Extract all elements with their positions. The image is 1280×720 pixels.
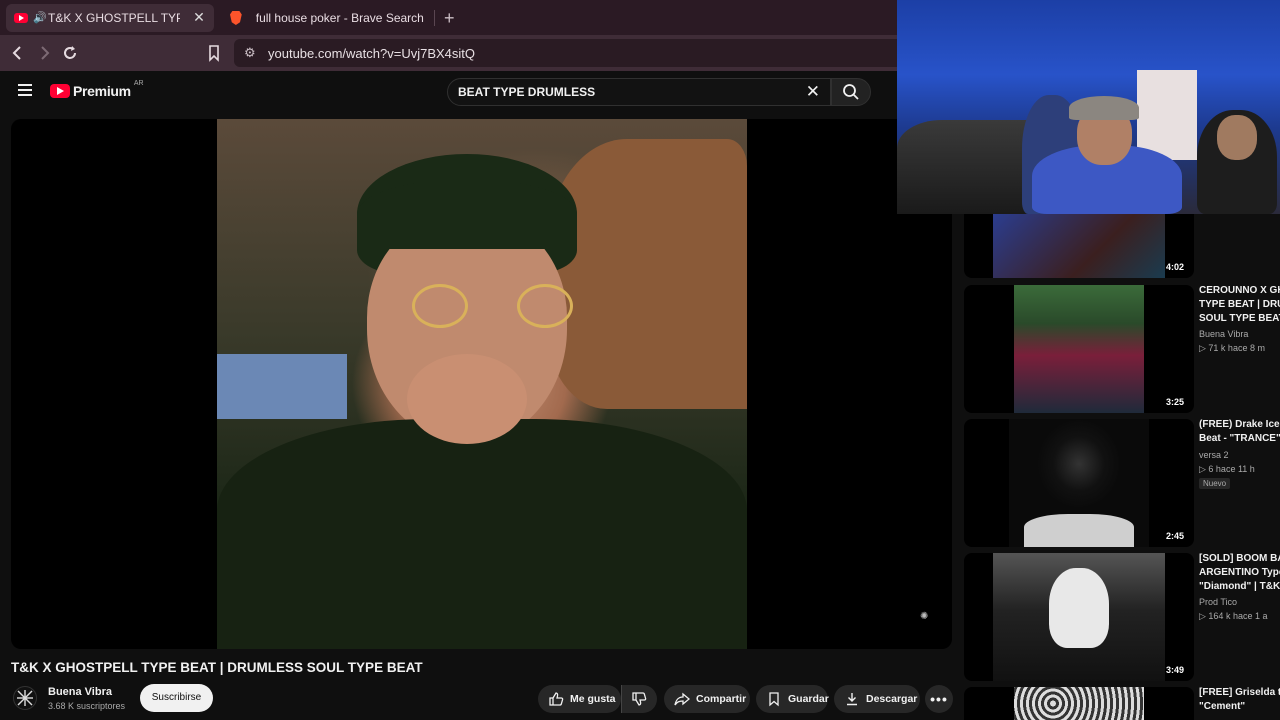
recommendation-thumbnail[interactable] [964, 687, 1194, 720]
recommendation-meta: ▷ 71 k hace 8 m [1199, 343, 1265, 353]
video-duration: 3:25 [1165, 397, 1184, 407]
subscribe-button[interactable]: Suscribirse [140, 684, 213, 712]
recommendation-thumbnail[interactable]: 2:45 [964, 419, 1194, 547]
glasses-right [517, 284, 573, 328]
recommendation-title-line[interactable]: "Cement" [1199, 700, 1280, 714]
logo-text: Premium [73, 83, 131, 99]
fist [407, 354, 527, 444]
recommendation-title-line[interactable]: Beat - "TRANCE" [1199, 432, 1280, 446]
video-frame [217, 119, 747, 649]
more-icon: ••• [930, 691, 948, 707]
video-duration: 4:02 [1165, 262, 1184, 272]
glasses-left [412, 284, 468, 328]
thumbs-up-icon [548, 691, 564, 707]
tab-label: T&K X GHOSTPELL TYPE BEAT [48, 11, 180, 25]
address-bar[interactable]: ⚙ youtube.com/watch?v=Uvj7BX4sitQ [234, 39, 914, 67]
video-duration: 3:49 [1165, 665, 1184, 675]
recommendation-title-line[interactable]: SOUL TYPE BEAT [1199, 312, 1280, 326]
save-label: Guardar [788, 693, 829, 705]
forward-icon[interactable] [34, 43, 54, 63]
search-input[interactable]: BEAT TYPE DRUMLESS ✕ [447, 78, 831, 106]
share-button[interactable]: Compartir [664, 685, 750, 713]
thumbs-down-icon [631, 691, 647, 707]
close-tab-icon[interactable]: ✕ [192, 10, 206, 24]
search-icon [843, 84, 859, 100]
recommendation-title[interactable]: [FREE] Griselda typ [1199, 686, 1280, 700]
dislike-button[interactable] [621, 685, 657, 713]
url-text: youtube.com/watch?v=Uvj7BX4sitQ [268, 46, 476, 61]
youtube-play-icon [50, 84, 70, 98]
recommendation-channel[interactable]: versa 2 [1199, 450, 1229, 460]
webcam-overlay [897, 0, 1280, 214]
video-duration: 2:45 [1165, 531, 1184, 541]
tab-divider [434, 10, 435, 26]
background-seat [217, 354, 347, 419]
reload-icon[interactable] [60, 43, 80, 63]
background-figure [547, 139, 747, 409]
share-label: Compartir [696, 693, 747, 705]
hat-brim [357, 179, 577, 249]
recommendation-meta: ▷ 6 hace 11 h [1199, 464, 1255, 474]
tab-youtube[interactable]: 🔊 T&K X GHOSTPELL TYPE BEAT ✕ [6, 4, 214, 32]
recommendation-channel[interactable]: Prod Tico [1199, 597, 1237, 607]
recommendation-title[interactable]: [SOLD] BOOM BAP [1199, 552, 1280, 566]
brave-favicon-icon [230, 11, 242, 25]
channel-avatar[interactable] [13, 686, 37, 710]
save-button[interactable]: Guardar [756, 685, 829, 713]
video-player[interactable]: ✺ [11, 119, 952, 649]
recommendation-title-line[interactable]: "Diamond" | T&K x [1199, 580, 1280, 594]
recommendation-title-line[interactable]: ARGENTINO Type [1199, 566, 1280, 580]
bookmark-save-icon [766, 691, 782, 707]
recommendation-title-line[interactable]: TYPE BEAT | DRUM [1199, 298, 1280, 312]
download-label: Descargar [866, 693, 918, 705]
new-badge: Nuevo [1199, 478, 1231, 489]
recommendation-meta: ▷ 164 k hace 1 a [1199, 611, 1268, 621]
country-code: AR [133, 79, 144, 87]
thumbnail-image [993, 214, 1165, 278]
tab-brave-search[interactable]: full house poker - Brave Search [222, 4, 432, 32]
new-tab-icon[interactable]: + [444, 8, 455, 29]
video-title: T&K X GHOSTPELL TYPE BEAT | DRUMLESS SOU… [11, 660, 423, 675]
webcam-wall-shelf [1137, 70, 1197, 160]
channel-name[interactable]: Buena Vibra [48, 686, 112, 698]
site-settings-icon[interactable]: ⚙ [244, 45, 256, 61]
speaker-icon: 🔊 [33, 12, 47, 24]
channel-logo-icon [17, 690, 33, 706]
recommendation-channel[interactable]: Buena Vibra [1199, 329, 1248, 339]
like-label: Me gusta [570, 693, 616, 705]
webcam-cap-center [1069, 96, 1139, 120]
more-actions-button[interactable]: ••• [925, 685, 953, 713]
youtube-favicon-icon [14, 13, 28, 23]
search-query: BEAT TYPE DRUMLESS [458, 85, 596, 99]
recommendation-thumbnail[interactable]: 4:02 [964, 214, 1194, 278]
clear-search-icon[interactable]: ✕ [806, 82, 820, 102]
download-icon [844, 691, 860, 707]
thumbnail-image [1014, 285, 1144, 413]
subscriber-count: 3.68 K suscriptores [48, 701, 126, 711]
recommendation-title[interactable]: (FREE) Drake Icem [1199, 418, 1280, 432]
share-icon [674, 691, 690, 707]
download-button[interactable]: Descargar [834, 685, 920, 713]
thumbnail-figure [1049, 568, 1109, 648]
webcam-face-right [1217, 115, 1257, 160]
channel-watermark-icon[interactable]: ✺ [920, 611, 938, 627]
body [217, 419, 747, 649]
search-button[interactable] [831, 78, 871, 106]
youtube-logo[interactable]: Premium AR [50, 79, 144, 99]
menu-icon[interactable] [18, 84, 32, 96]
recommendation-thumbnail[interactable]: 3:49 [964, 553, 1194, 681]
recommendation-thumbnail[interactable]: 3:25 [964, 285, 1194, 413]
thumbnail-shirt [1024, 514, 1134, 547]
bookmark-icon[interactable] [204, 43, 224, 63]
tab-label: full house poker - Brave Search [255, 11, 424, 25]
thumbnail-image [1014, 687, 1144, 720]
like-button[interactable]: Me gusta [538, 685, 621, 713]
recommendation-title[interactable]: CEROUNNO X GHO [1199, 284, 1280, 298]
back-icon[interactable] [8, 43, 28, 63]
